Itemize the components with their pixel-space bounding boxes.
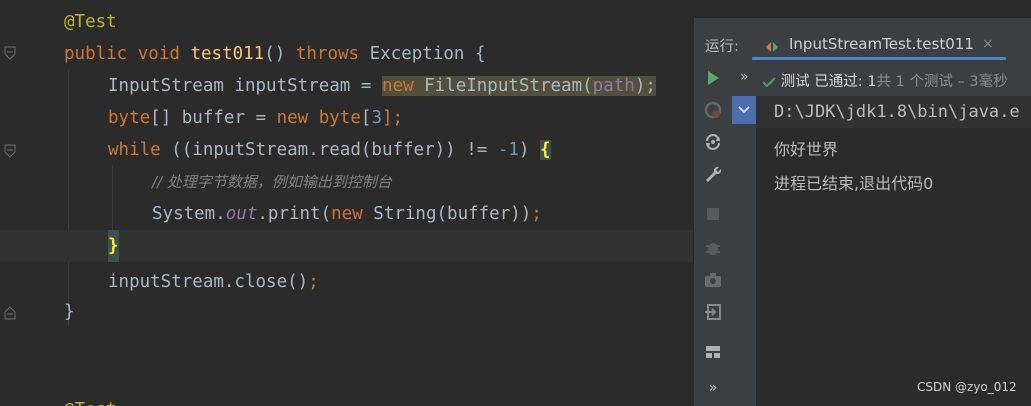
stop-icon[interactable] [703, 204, 723, 224]
keyword: public [64, 44, 128, 64]
debug-icon[interactable] [703, 238, 723, 258]
annotation: @Test [64, 12, 117, 32]
tree-selection[interactable] [732, 96, 756, 124]
tab-title: InputStreamTest.test011 [789, 35, 974, 53]
screenshot-icon[interactable] [703, 270, 723, 290]
statement: inputStream.close(); [108, 266, 319, 298]
run-icon[interactable] [703, 68, 723, 88]
method-call: .print( [257, 204, 332, 224]
keyword: throws [295, 44, 360, 64]
status-prefix: 测试 [780, 74, 810, 90]
class-ref: System. [152, 204, 226, 224]
code-line: @Test [0, 6, 693, 38]
test-status-bar: » 测试 已通过: 1共 1 个测试 – 3毫秒 [732, 64, 1031, 96]
closing-brace: } [64, 302, 75, 322]
exception-type: Exception { [369, 44, 486, 64]
settings-wrench-icon[interactable] [703, 164, 723, 184]
status-detail: 共 1 个测试 – 3毫秒 [876, 74, 1008, 90]
keyword: byte [108, 108, 151, 128]
status-passed: 已通过: 1 [814, 74, 877, 90]
keyword: void [137, 44, 180, 64]
tab-run-icon [765, 38, 779, 57]
annotation: @Test [64, 394, 117, 406]
console-line: 你好世界 [774, 140, 839, 159]
test-status: 测试 已通过: 1共 1 个测试 – 3毫秒 [762, 70, 1008, 91]
keyword: byte [308, 108, 361, 128]
statement: while ((inputStream.read(buffer)) != -1)… [108, 134, 551, 166]
number: 3 [371, 108, 382, 128]
expression: String(buffer)) [362, 204, 532, 224]
matched-brace: { [540, 140, 551, 160]
exit-icon[interactable] [703, 302, 723, 322]
console-line: 进程已结束,退出代码0 [774, 174, 934, 193]
method-signature: public void test011() throws Exception { [64, 38, 486, 70]
number: -1 [497, 140, 519, 160]
rerun-failed-icon[interactable] [703, 100, 723, 120]
test-tree[interactable] [732, 96, 756, 406]
console-output[interactable]: D:\JDK\jdk1.8\bin\java.e 你好世界 进程已结束,退出代码… [756, 96, 1031, 406]
punct: ); [634, 76, 656, 96]
keyword: new [381, 76, 414, 96]
punct: ) [518, 140, 540, 160]
toggle-autotest-icon[interactable] [703, 132, 723, 152]
punct: ; [308, 272, 319, 292]
highlighted-expression: new FileInputStream(path); [381, 76, 656, 96]
punct: ; [531, 204, 542, 224]
code-line: // 处理字节数据，例如输出到控制台 [0, 166, 693, 198]
code-editor[interactable]: @Test public void test011() throws Excep… [0, 0, 693, 406]
matched-brace: } [108, 230, 119, 262]
code-line: public void test011() throws Exception { [0, 38, 693, 70]
static-field: out [225, 204, 258, 224]
declaration: InputStream inputStream = [108, 76, 382, 96]
console-line: D:\JDK\jdk1.8\bin\java.e [774, 102, 1020, 122]
method-name: test011 [190, 44, 265, 64]
close-icon[interactable]: × [982, 36, 994, 52]
layout-icon[interactable] [703, 342, 723, 362]
code-line: inputStream.close(); [0, 266, 693, 298]
statement: byte[] buffer = new byte[3]; [108, 102, 403, 134]
code-line: @Test [0, 394, 693, 406]
statement: InputStream inputStream = new FileInputS… [108, 70, 656, 102]
constructor: FileInputStream( [413, 76, 593, 96]
code-line: byte[] buffer = new byte[3]; [0, 102, 693, 134]
code-line: System.out.print(new String(buffer)); [0, 198, 693, 230]
comment: // 处理字节数据，例如输出到控制台 [152, 173, 392, 191]
parens: () [264, 44, 286, 64]
run-toolbar: » [694, 64, 733, 406]
run-label: 运行: [705, 39, 739, 55]
code-line: while ((inputStream.read(buffer)) != -1)… [0, 134, 693, 166]
code-line: InputStream inputStream = new FileInputS… [0, 70, 693, 102]
statement: System.out.print(new String(buffer)); [152, 198, 542, 230]
tab-run-config[interactable]: InputStreamTest.test011 × [753, 26, 1007, 60]
punct: [ [360, 108, 372, 128]
watermark: CSDN @zyo_012 [917, 380, 1017, 394]
tab-underline [752, 57, 1006, 60]
chevron-down-icon [738, 106, 750, 114]
run-header: 运行: InputStreamTest.test011 × [694, 18, 1031, 64]
check-icon [762, 77, 776, 88]
code-line: } [0, 296, 693, 328]
expand-icon[interactable]: » [740, 69, 749, 85]
more-chevron[interactable]: » [703, 380, 723, 400]
keyword: new [276, 108, 309, 128]
declaration: [] buffer = [150, 108, 277, 128]
condition: ((inputStream.read(buffer)) != [160, 140, 498, 160]
keyword: while [108, 140, 161, 160]
keyword: new [331, 204, 363, 224]
run-tool-window: 运行: InputStreamTest.test011 × » » 测试 已通过… [693, 18, 1031, 406]
punct: ]; [381, 108, 404, 128]
method-call: inputStream.close() [108, 272, 309, 292]
parameter: path [592, 76, 635, 96]
caret-line: } [0, 230, 693, 262]
